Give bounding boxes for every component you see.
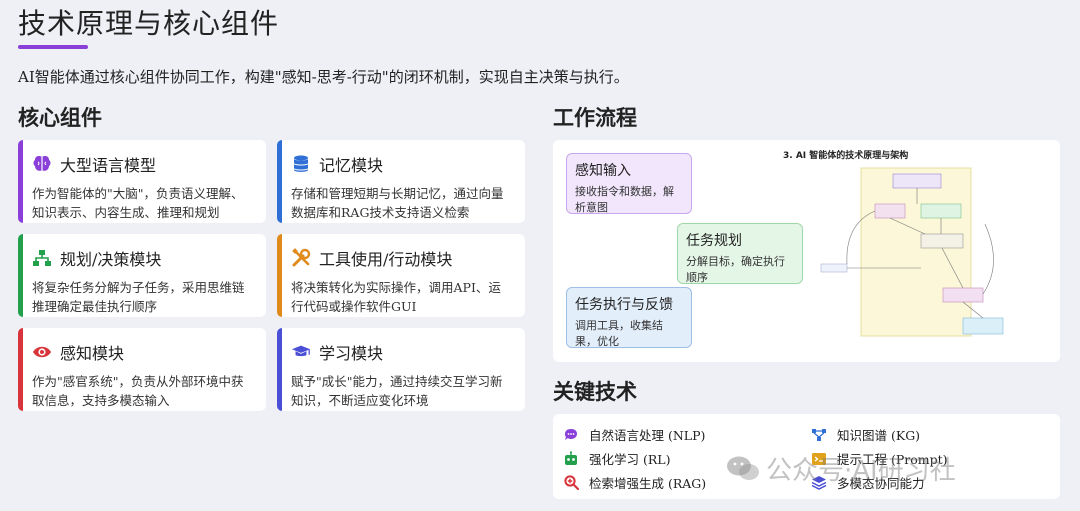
tech-label: 强化学习 (RL) xyxy=(589,452,671,467)
key-tech-panel: 自然语言处理 (NLP) 知识图谱 (KG) 强化学习 (RL) 提示工程 (P… xyxy=(553,414,1060,499)
robot-icon xyxy=(563,451,579,467)
architecture-diagram xyxy=(820,167,1004,337)
card-title: 学习模块 xyxy=(319,344,384,363)
card-planning: 规划/决策模块 将复杂任务分解为子任务，采用思维链推理确定最佳执行顺序 xyxy=(18,234,266,317)
card-tools: 工具使用/行动模块 将决策转化为实际操作，调用API、运行代码或操作软件GUI xyxy=(277,234,525,317)
tech-label: 知识图谱 (KG) xyxy=(837,428,921,443)
card-title: 规划/决策模块 xyxy=(60,250,162,269)
key-tech-section-title: 关键技术 xyxy=(553,379,637,404)
workflow-panel: 感知输入 接收指令和数据，解析意图 任务规划 分解目标，确定执行顺序 任务执行与… xyxy=(553,140,1060,362)
tech-item-rag: 检索增强生成 (RAG) xyxy=(563,473,706,492)
card-title: 感知模块 xyxy=(60,344,125,363)
architecture-diagram-title: 3. AI 智能体的技术原理与架构 xyxy=(783,151,909,161)
flow-step-planning: 任务规划 分解目标，确定执行顺序 xyxy=(677,223,803,284)
flow-step-title: 感知输入 xyxy=(575,163,631,179)
flow-step-execution: 任务执行与反馈 调用工具，收集结果，优化 xyxy=(566,287,692,348)
sitemap-icon xyxy=(32,248,52,268)
tech-item-prompt: 提示工程 (Prompt) xyxy=(811,449,948,468)
tech-item-nlp: 自然语言处理 (NLP) xyxy=(563,425,705,444)
tools-icon xyxy=(291,248,311,268)
chat-icon xyxy=(563,427,579,443)
card-desc: 作为智能体的"大脑"，负责语义理解、知识表示、内容生成、推理和规划 xyxy=(32,186,244,220)
tech-item-multimodal: 多模态协同能力 xyxy=(811,473,925,492)
card-desc: 将复杂任务分解为子任务，采用思维链推理确定最佳执行顺序 xyxy=(32,280,245,314)
title-underline xyxy=(18,45,88,49)
search-plus-icon xyxy=(563,475,579,491)
flow-step-title: 任务规划 xyxy=(686,233,742,249)
card-title: 工具使用/行动模块 xyxy=(319,250,453,269)
tech-label: 自然语言处理 (NLP) xyxy=(589,428,706,443)
tech-label: 多模态协同能力 xyxy=(837,476,925,491)
flow-step-desc: 分解目标，确定执行顺序 xyxy=(686,255,785,284)
card-title: 记忆模块 xyxy=(319,156,384,175)
database-icon xyxy=(291,154,311,174)
tech-label: 提示工程 (Prompt) xyxy=(837,452,948,467)
flow-step-perception: 感知输入 接收指令和数据，解析意图 xyxy=(566,153,692,214)
brain-icon xyxy=(32,154,52,174)
terminal-icon xyxy=(811,451,827,467)
layers-icon xyxy=(811,475,827,491)
flow-step-desc: 调用工具，收集结果，优化 xyxy=(575,319,663,348)
card-desc: 作为"感官系统"，负责从外部环境中获取信息，支持多模态输入 xyxy=(32,374,244,408)
card-desc: 将决策转化为实际操作，调用API、运行代码或操作软件GUI xyxy=(291,280,501,314)
tech-item-rl: 强化学习 (RL) xyxy=(563,449,670,468)
card-learning: 学习模块 赋予"成长"能力，通过持续交互学习新知识，不断适应变化环境 xyxy=(277,328,525,411)
flow-step-desc: 接收指令和数据，解析意图 xyxy=(575,185,674,214)
graduation-cap-icon xyxy=(291,342,311,362)
eye-icon xyxy=(32,342,52,362)
card-llm: 大型语言模型 作为智能体的"大脑"，负责语义理解、知识表示、内容生成、推理和规划 xyxy=(18,140,266,223)
page-title: 技术原理与核心组件 xyxy=(18,7,280,40)
card-perception: 感知模块 作为"感官系统"，负责从外部环境中获取信息，支持多模态输入 xyxy=(18,328,266,411)
graph-icon xyxy=(811,427,827,443)
card-memory: 记忆模块 存储和管理短期与长期记忆，通过向量数据库和RAG技术支持语义检索 xyxy=(277,140,525,223)
card-desc: 存储和管理短期与长期记忆，通过向量数据库和RAG技术支持语义检索 xyxy=(291,186,504,220)
tech-item-kg: 知识图谱 (KG) xyxy=(811,425,920,444)
page-subtitle: AI智能体通过核心组件协同工作，构建"感知-思考-行动"的闭环机制，实现自主决策… xyxy=(18,68,629,86)
flow-step-title: 任务执行与反馈 xyxy=(575,297,673,313)
core-section-title: 核心组件 xyxy=(18,105,102,130)
card-title: 大型语言模型 xyxy=(60,156,157,175)
card-desc: 赋予"成长"能力，通过持续交互学习新知识，不断适应变化环境 xyxy=(291,374,503,408)
tech-label: 检索增强生成 (RAG) xyxy=(589,476,707,491)
workflow-section-title: 工作流程 xyxy=(553,105,637,130)
